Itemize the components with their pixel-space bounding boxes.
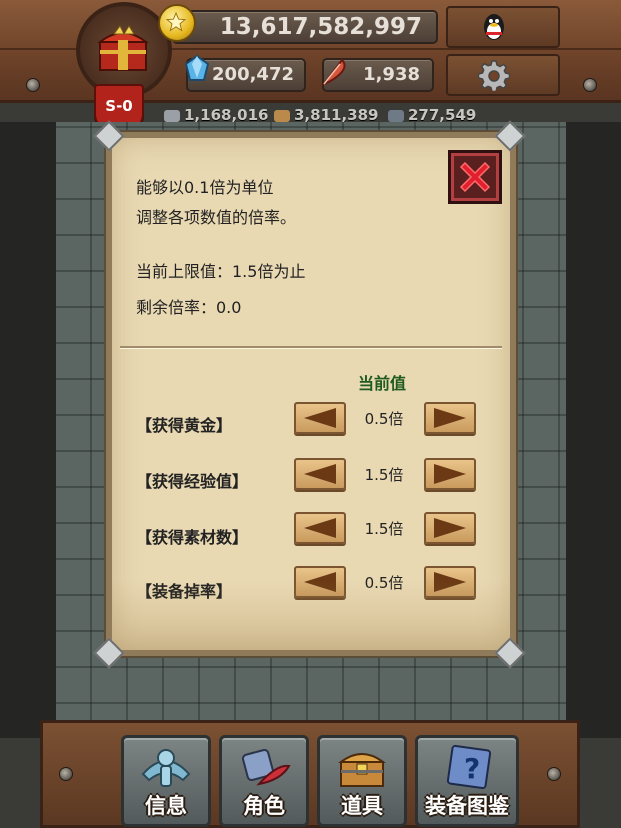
exp-multiplier-value: 1.5倍 (364, 466, 404, 484)
row-label-gold: 【获得黄金】 (136, 416, 233, 435)
materials-multiplier-value: 1.5倍 (364, 520, 404, 538)
close-icon (459, 161, 491, 193)
increase-exp-button[interactable] (424, 458, 476, 490)
svg-text:?: ? (464, 752, 480, 785)
menu-character-label: 角色 (243, 794, 285, 818)
decrease-drop-rate-button[interactable] (294, 566, 346, 598)
arrow-left-icon (304, 464, 336, 484)
gear-icon[interactable] (478, 59, 510, 91)
increase-gold-button[interactable] (424, 402, 476, 434)
character-icon (241, 748, 291, 786)
item-chest-icon (338, 753, 386, 787)
crystal-icon (388, 109, 404, 122)
menu-items-button[interactable]: 道具 (317, 735, 407, 827)
multiplier-dialog: 能够以0.1倍为单位 调整各项数值的倍率。 当前上限值：1.5倍为止 剩余倍率：… (106, 132, 516, 656)
remaining-multiplier-text: 剩余倍率：0.0 (136, 298, 242, 317)
arrow-right-icon (434, 408, 466, 428)
rivet (59, 767, 73, 781)
menu-equipment-book-button[interactable]: ? 装备图鉴 (415, 735, 519, 827)
gold-coin-icon (158, 4, 196, 42)
row-label-materials: 【获得素材数】 (136, 528, 249, 547)
menu-info-label: 信息 (145, 794, 187, 818)
info-icon (141, 749, 191, 787)
increase-materials-button[interactable] (424, 512, 476, 544)
row-label-drop-rate: 【装备掉率】 (136, 582, 233, 601)
menu-character-button[interactable]: 角色 (219, 735, 309, 827)
ore-icon (274, 109, 290, 122)
qq-penguin-icon[interactable] (480, 12, 508, 42)
drop-rate-multiplier-value: 0.5倍 (364, 574, 404, 592)
scene-left-edge (0, 122, 56, 738)
arrow-left-icon (304, 572, 336, 592)
rivet (547, 767, 561, 781)
treasure-chest-icon (97, 25, 149, 71)
menu-info-button[interactable]: 信息 (121, 735, 211, 827)
dialog-description-line2: 调整各项数值的倍率。 (136, 208, 297, 227)
menu-equipment-book-label: 装备图鉴 (425, 794, 509, 818)
arrow-right-icon (434, 464, 466, 484)
gold-multiplier-value: 0.5倍 (364, 410, 404, 428)
bottom-menu-bar: 信息 角色 道具 ? 装备图鉴 (40, 720, 580, 828)
stone-icon (164, 109, 180, 122)
increase-drop-rate-button[interactable] (424, 566, 476, 598)
decrease-gold-button[interactable] (294, 402, 346, 434)
menu-items-label: 道具 (341, 794, 383, 818)
scene-right-edge (566, 122, 621, 738)
arrow-right-icon (434, 572, 466, 592)
gold-counter: 13,617,582,997 (172, 10, 438, 44)
row-label-exp: 【获得经验值】 (136, 472, 249, 491)
rivet (583, 78, 597, 92)
limit-text: 当前上限值：1.5倍为止 (136, 262, 306, 281)
rivet (26, 78, 40, 92)
arrow-left-icon (304, 408, 336, 428)
decrease-exp-button[interactable] (294, 458, 346, 490)
arrow-right-icon (434, 518, 466, 538)
blue-gem-icon (184, 54, 210, 81)
red-feather-icon (321, 58, 346, 86)
current-value-header: 当前值 (358, 374, 407, 393)
equipment-book-icon: ? (446, 744, 492, 790)
close-button[interactable] (448, 150, 502, 204)
section-divider (120, 346, 502, 348)
dialog-description-line1: 能够以0.1倍为单位 (136, 178, 274, 197)
arrow-left-icon (304, 518, 336, 538)
decrease-materials-button[interactable] (294, 512, 346, 544)
